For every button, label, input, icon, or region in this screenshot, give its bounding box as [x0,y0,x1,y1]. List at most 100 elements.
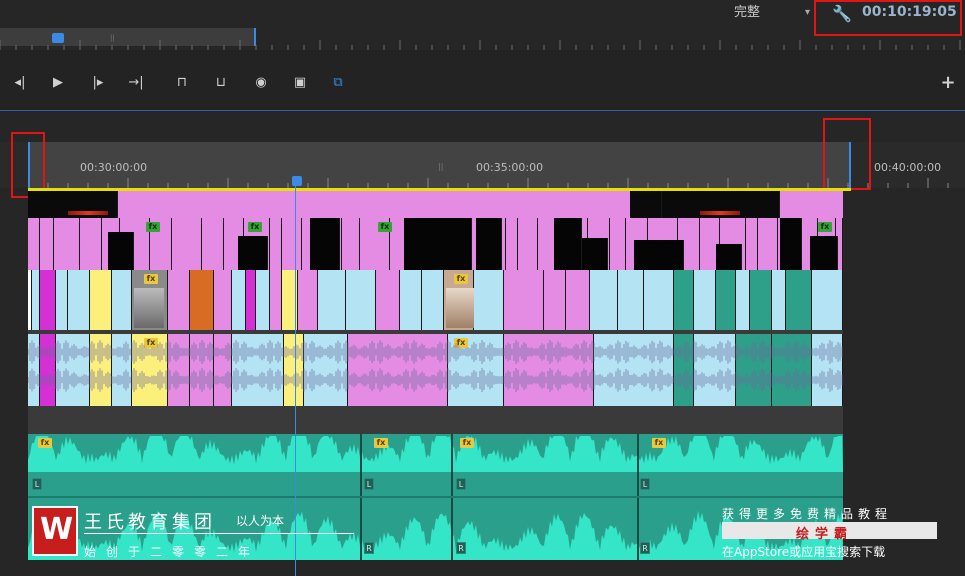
clip[interactable] [630,191,662,218]
clip[interactable] [346,270,376,330]
clip[interactable] [758,218,778,270]
clip[interactable] [56,270,68,330]
clip[interactable] [746,218,758,270]
clip[interactable] [40,218,54,270]
fx-badge-icon: fx [248,222,262,232]
clip[interactable] [618,270,644,330]
channel-left-label: L [32,478,42,490]
clip[interactable] [318,270,346,330]
toggle-output-icon[interactable]: ⧉ [326,72,350,94]
playhead-line [295,182,296,576]
clip[interactable] [202,218,224,270]
step-back-icon[interactable]: ◂| [8,72,32,94]
clip[interactable] [342,218,360,270]
clip[interactable] [810,236,838,270]
clip[interactable] [282,218,302,270]
video-track-v3[interactable] [28,191,843,218]
watermark-promo-line1: 获得更多免费精品教程 [722,507,893,521]
clip[interactable] [168,270,190,330]
panel-divider [0,110,965,111]
chevron-down-icon: ▾ [804,7,810,18]
audio-track-a1[interactable]: fx fx [28,334,843,406]
clip[interactable] [812,270,843,330]
highlight-box-right [823,118,871,190]
clip[interactable] [772,270,786,330]
clip[interactable] [506,218,518,270]
clip[interactable] [376,270,400,330]
clip[interactable] [32,270,40,330]
step-forward-icon[interactable]: |▸ [86,72,110,94]
watermark-promo-line2: 在AppStore或应用宝搜索下载 [722,545,886,559]
clip[interactable] [40,270,56,330]
clip[interactable] [190,270,214,330]
add-button-icon[interactable]: + [936,72,960,94]
clip[interactable] [694,270,716,330]
clip[interactable] [474,270,504,330]
video-track-v2[interactable]: fx fx fx fx [28,218,843,270]
channel-right-label: R [364,542,374,554]
clip[interactable] [674,270,694,330]
empty-track[interactable] [28,406,843,434]
compare-icon[interactable]: ▣ [288,72,312,94]
clip[interactable] [270,270,282,330]
clip[interactable] [80,218,102,270]
clip[interactable] [172,218,202,270]
clip[interactable] [476,218,502,270]
clip[interactable] [232,270,246,330]
watermark-logo: W [32,506,78,556]
fx-badge-icon: fx [652,438,666,448]
clip[interactable] [112,270,132,330]
clip[interactable] [582,238,608,270]
extract-icon[interactable]: ⊔ [209,72,233,94]
tick-label: 00:40:00:00 [874,161,942,174]
clip[interactable] [108,232,134,270]
clip[interactable] [238,236,268,270]
clip[interactable] [634,240,684,270]
clip[interactable] [644,270,674,330]
tick-label: 00:35:00:00 [476,161,544,174]
clip[interactable] [590,270,618,330]
clip[interactable] [404,218,472,270]
play-icon[interactable]: ▶ [46,72,70,94]
audio-waveform [28,434,843,560]
camera-icon[interactable]: ◉ [249,72,273,94]
video-track-v1[interactable]: fx fx [28,270,843,330]
clip[interactable] [544,270,566,330]
clip[interactable] [298,270,318,330]
clip[interactable] [54,218,80,270]
clip[interactable] [90,270,112,330]
clip-marker [700,211,740,215]
clip[interactable] [422,270,444,330]
clip[interactable] [270,218,282,270]
clip[interactable] [554,218,582,270]
fx-badge-icon: fx [374,438,388,448]
clip[interactable] [750,270,772,330]
channel-right-label: R [640,542,650,554]
tick-label: 00:30:00:00 [80,161,148,174]
clip[interactable] [716,244,742,270]
clip[interactable] [504,270,544,330]
clip[interactable] [310,218,340,270]
clip[interactable] [736,270,750,330]
clip[interactable] [246,270,256,330]
clip[interactable] [566,270,590,330]
clip[interactable] [610,218,626,270]
clip[interactable] [28,218,40,270]
clip[interactable] [214,270,232,330]
clip[interactable] [68,270,90,330]
mini-ruler-ticks [0,40,961,50]
watermark-company: 王氏教育集团 [84,512,216,533]
audio-track-a2[interactable]: fxfxfxfxLRLRLRLR [28,434,843,560]
fx-badge-icon: fx [146,222,160,232]
clip[interactable] [786,270,812,330]
go-to-out-icon[interactable]: →| [124,72,148,94]
clip[interactable] [518,218,538,270]
playback-resolution-select[interactable]: 完整 ▾ [728,3,814,22]
lift-icon[interactable]: ⊓ [170,72,194,94]
clip[interactable] [256,270,270,330]
watermark-brand-band: 绘学霸 [722,522,937,542]
clip[interactable] [400,270,422,330]
playhead[interactable] [292,176,302,186]
clip[interactable] [780,218,802,270]
clip[interactable] [716,270,736,330]
